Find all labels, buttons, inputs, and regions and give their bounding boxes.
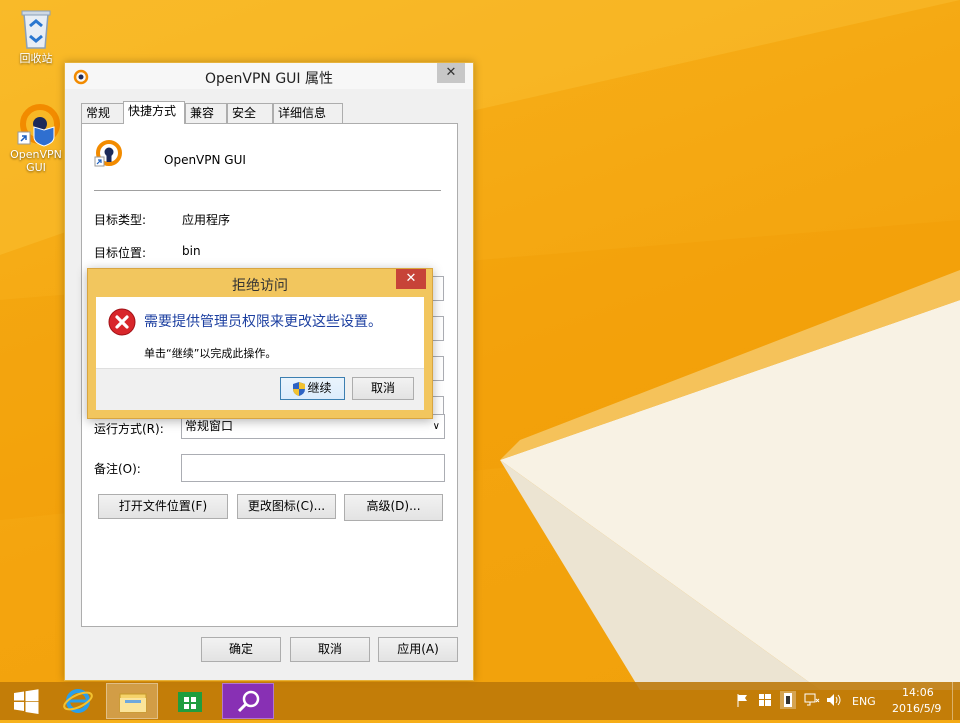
tab-general[interactable]: 常规: [81, 103, 127, 123]
taskbar-explorer[interactable]: [106, 683, 158, 719]
openvpn-tray-icon[interactable]: [780, 691, 796, 709]
chevron-down-icon: ∨: [432, 421, 440, 432]
target-location-value: bin: [182, 244, 201, 258]
error-icon: [108, 308, 136, 336]
continue-button[interactable]: 继续: [280, 377, 345, 400]
store-icon: [178, 692, 202, 712]
recycle-bin-label: 回收站: [19, 52, 53, 65]
windows-tray-icon[interactable]: [758, 693, 772, 707]
tab-compatibility[interactable]: 兼容性: [185, 103, 227, 139]
folder-icon: [119, 693, 147, 713]
change-icon-button[interactable]: 更改图标(C)...: [237, 494, 336, 519]
advanced-button[interactable]: 高级(D)...: [344, 494, 443, 521]
tab-details[interactable]: 详细信息: [273, 103, 343, 123]
properties-title: OpenVPN GUI 属性: [204, 71, 333, 87]
desktop-icon-recycle-bin[interactable]: 回收站: [4, 6, 68, 65]
tab-security[interactable]: 安全: [227, 103, 273, 123]
clock-time[interactable]: 14:06: [902, 686, 934, 699]
divider: [94, 190, 441, 191]
openvpn-icon: [16, 102, 60, 147]
dialog-close-button[interactable]: ✕: [396, 269, 426, 289]
clock-date[interactable]: 2016/5/9: [892, 702, 941, 715]
tab-shortcut[interactable]: 快捷方式: [123, 101, 185, 124]
dialog-cancel-button[interactable]: 取消: [352, 377, 414, 400]
speaker-icon[interactable]: [826, 693, 842, 707]
dialog-body: 需要提供管理员权限来更改这些设置。 单击“继续”以完成此操作。 继续 取消: [96, 297, 424, 410]
dialog-sub-message: 单击“继续”以完成此操作。: [144, 347, 277, 360]
taskbar-search-app[interactable]: [222, 683, 274, 719]
flag-icon[interactable]: [736, 693, 750, 707]
openvpn-label-line1: OpenVPN: [10, 148, 62, 161]
language-indicator[interactable]: ENG: [852, 695, 876, 708]
run-select-value: 常规窗口: [185, 419, 234, 433]
target-type-value: 应用程序: [182, 213, 231, 227]
uac-shield-icon: [293, 381, 306, 396]
properties-close-button[interactable]: ✕: [437, 63, 465, 83]
taskbar: ENG 14:06 2016/5/9: [0, 682, 960, 720]
continue-button-label: 继续: [307, 381, 332, 395]
dialog-message: 需要提供管理员权限来更改这些设置。: [144, 314, 382, 330]
desktop-icon-openvpn[interactable]: OpenVPN GUI: [4, 102, 68, 174]
dialog-footer: 继续 取消: [96, 368, 424, 410]
app-name: OpenVPN GUI: [164, 153, 246, 167]
comment-label: 备注(O):: [94, 462, 141, 476]
network-icon[interactable]: [804, 693, 820, 707]
open-file-location-button[interactable]: 打开文件位置(F): [98, 494, 228, 519]
comment-input[interactable]: [181, 454, 445, 482]
cancel-button[interactable]: 取消: [290, 637, 370, 662]
magnifier-icon: [237, 690, 260, 713]
target-type-label: 目标类型:: [94, 213, 147, 227]
openvpn-large-icon: [94, 138, 124, 168]
start-button[interactable]: [0, 683, 52, 719]
target-location-label: 目标位置:: [94, 246, 147, 260]
apply-button[interactable]: 应用(A): [378, 637, 458, 662]
internet-explorer-icon: [63, 689, 93, 713]
taskbar-store[interactable]: [164, 683, 216, 719]
windows-logo-icon: [14, 689, 39, 714]
access-denied-dialog: 拒绝访问 ✕ 需要提供管理员权限来更改这些设置。 单击“继续”以完成此操作。 继…: [87, 268, 433, 419]
run-label: 运行方式(R):: [94, 422, 164, 436]
taskbar-ie[interactable]: [52, 683, 104, 719]
show-desktop-button[interactable]: [952, 682, 960, 720]
properties-titlebar[interactable]: OpenVPN GUI 属性 ✕: [65, 63, 473, 89]
dialog-title: 拒绝访问: [232, 278, 288, 294]
ok-button[interactable]: 确定: [201, 637, 281, 662]
openvpn-label-line2: GUI: [26, 161, 46, 174]
recycle-bin-icon: [16, 6, 56, 50]
